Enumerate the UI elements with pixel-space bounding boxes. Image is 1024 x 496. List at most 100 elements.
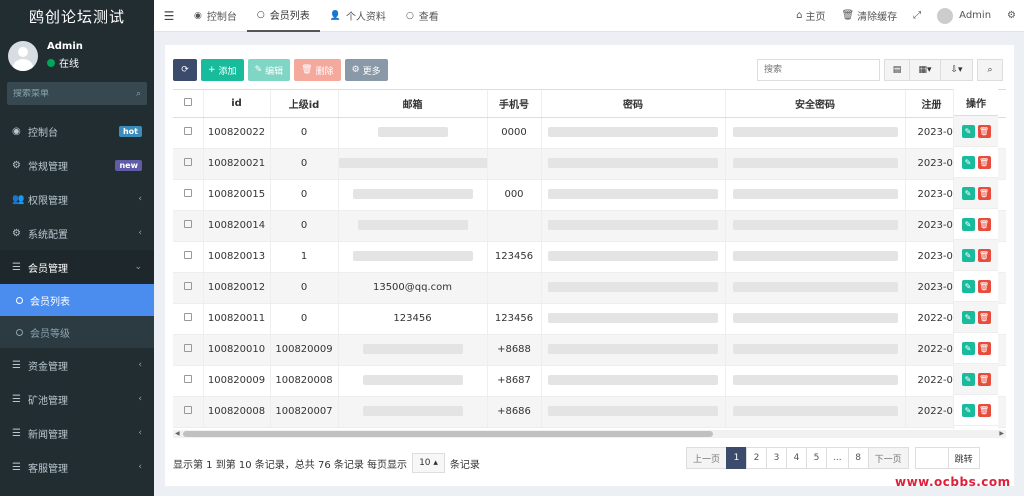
table-search-input[interactable] bbox=[757, 59, 880, 81]
row-checkbox[interactable] bbox=[183, 158, 192, 166]
page-button[interactable]: 4 bbox=[786, 447, 808, 469]
horizontal-scrollbar[interactable]: ◀ ▶ bbox=[173, 430, 1006, 438]
delete-row-button[interactable]: 🗑 bbox=[977, 310, 991, 324]
jump-page-input[interactable] bbox=[914, 447, 949, 469]
row-checkbox-cell[interactable] bbox=[173, 303, 204, 335]
delete-row-button[interactable]: 🗑 bbox=[977, 341, 991, 355]
edit-row-button[interactable]: ✎ bbox=[961, 155, 975, 169]
sidebar-item[interactable]: ◉ 控制台 hot bbox=[0, 114, 154, 148]
sidebar-subitem[interactable]: 会员列表 bbox=[0, 284, 154, 316]
edit-row-button[interactable]: ✎ bbox=[961, 124, 975, 138]
header-password[interactable]: 密码 bbox=[541, 90, 726, 118]
edit-row-button[interactable]: ✎ bbox=[961, 217, 975, 231]
next-page-button[interactable]: 下一页 bbox=[867, 447, 909, 469]
home-link[interactable]: ⌂ 主页 bbox=[788, 8, 833, 23]
table-row[interactable]: 100820008 100820007 +8686 2022-06- bbox=[173, 396, 1006, 428]
nav-tab[interactable]: 👤 个人资料 bbox=[320, 0, 396, 32]
delete-button[interactable]: 🗑 删除 bbox=[294, 59, 341, 81]
delete-row-button[interactable]: 🗑 bbox=[977, 372, 991, 386]
row-checkbox[interactable] bbox=[183, 344, 192, 352]
page-button[interactable]: ... bbox=[826, 447, 849, 469]
select-all-cell[interactable] bbox=[173, 90, 204, 118]
table-row[interactable]: 100820009 100820008 +8687 2022-06- bbox=[173, 365, 1006, 397]
row-checkbox[interactable] bbox=[183, 251, 192, 259]
scrollbar-thumb[interactable] bbox=[183, 431, 713, 437]
clear-cache-button[interactable]: 🗑 清除缓存 bbox=[833, 8, 905, 23]
brand-title[interactable]: 鸥创论坛测试 bbox=[0, 0, 154, 33]
select-all-checkbox[interactable] bbox=[183, 97, 192, 106]
edit-row-button[interactable]: ✎ bbox=[961, 279, 975, 293]
row-checkbox[interactable] bbox=[183, 189, 192, 197]
delete-row-button[interactable]: 🗑 bbox=[977, 217, 991, 231]
row-checkbox[interactable] bbox=[183, 406, 192, 414]
row-checkbox-cell[interactable] bbox=[173, 117, 204, 149]
page-button[interactable]: 3 bbox=[766, 447, 788, 469]
row-checkbox[interactable] bbox=[183, 127, 192, 135]
header-parent-id[interactable]: 上级id bbox=[270, 90, 339, 118]
nav-tab[interactable]: ◉ 控制台 bbox=[184, 0, 247, 32]
refresh-button[interactable]: ⟳ bbox=[173, 59, 197, 81]
edit-row-button[interactable]: ✎ bbox=[961, 341, 975, 355]
columns-icon[interactable]: ▦▾ bbox=[909, 59, 941, 81]
nav-tab[interactable]: ○ 查看 bbox=[396, 0, 449, 32]
row-checkbox-cell[interactable] bbox=[173, 241, 204, 273]
sidebar-item[interactable]: ⚙ 常规管理 new bbox=[0, 148, 154, 182]
delete-row-button[interactable]: 🗑 bbox=[977, 155, 991, 169]
search-icon[interactable]: ⌕ bbox=[136, 89, 141, 99]
table-row[interactable]: 100820012 0 13500@qq.com 2023-05- bbox=[173, 272, 1006, 304]
row-checkbox[interactable] bbox=[183, 220, 192, 228]
table-row[interactable]: 100820013 1 123456 2023-05- bbox=[173, 241, 1006, 273]
sidebar-item[interactable]: ☰ 矿池管理 ‹ bbox=[0, 382, 154, 416]
delete-row-button[interactable]: 🗑 bbox=[977, 403, 991, 417]
add-button[interactable]: + 添加 bbox=[201, 59, 244, 81]
row-checkbox-cell[interactable] bbox=[173, 210, 204, 242]
edit-row-button[interactable]: ✎ bbox=[961, 310, 975, 324]
export-icon[interactable]: ⇩▾ bbox=[940, 59, 973, 81]
fullscreen-icon[interactable]: ⤢ bbox=[905, 10, 929, 21]
prev-page-button[interactable]: 上一页 bbox=[686, 447, 728, 469]
header-security-password[interactable]: 安全密码 bbox=[725, 90, 906, 118]
page-size-select[interactable]: 10 ▴ bbox=[412, 453, 445, 473]
delete-row-button[interactable]: 🗑 bbox=[977, 248, 991, 262]
table-row[interactable]: 100820022 0 0000 2023-05- bbox=[173, 117, 1006, 149]
delete-row-button[interactable]: 🗑 bbox=[977, 279, 991, 293]
nav-tab[interactable]: ○ 会员列表 bbox=[246, 0, 320, 32]
settings-icon[interactable]: ⚙ bbox=[999, 10, 1024, 21]
row-checkbox[interactable] bbox=[183, 313, 192, 321]
toggle-view-icon[interactable]: ▤ bbox=[884, 59, 910, 81]
row-checkbox-cell[interactable] bbox=[173, 365, 204, 397]
sidebar-item[interactable]: 👥 权限管理 ‹ bbox=[0, 182, 154, 216]
row-checkbox-cell[interactable] bbox=[173, 396, 204, 428]
search-icon[interactable]: ⌕ bbox=[977, 59, 1003, 81]
edit-row-button[interactable]: ✎ bbox=[961, 186, 975, 200]
sidebar-item[interactable]: ☰ 新闻管理 ‹ bbox=[0, 416, 154, 450]
menu-search-input[interactable] bbox=[13, 88, 123, 99]
edit-row-button[interactable]: ✎ bbox=[961, 403, 975, 417]
table-row[interactable]: 100820010 100820009 +8688 2022-06- bbox=[173, 334, 1006, 366]
admin-menu[interactable]: Admin bbox=[929, 7, 999, 24]
scroll-left-icon[interactable]: ◀ bbox=[175, 430, 180, 437]
delete-row-button[interactable]: 🗑 bbox=[977, 124, 991, 138]
table-row[interactable]: 100820015 0 000 2023-05- bbox=[173, 179, 1006, 211]
jump-button[interactable]: 跳转 bbox=[948, 447, 980, 469]
page-button[interactable]: 2 bbox=[746, 447, 768, 469]
menu-toggle-icon[interactable]: ☰ bbox=[154, 9, 184, 23]
edit-row-button[interactable]: ✎ bbox=[961, 248, 975, 262]
row-checkbox[interactable] bbox=[183, 282, 192, 290]
sidebar-item[interactable]: ☰ 客服管理 ‹ bbox=[0, 450, 154, 484]
header-phone[interactable]: 手机号 bbox=[487, 90, 542, 118]
header-email[interactable]: 邮箱 bbox=[338, 90, 488, 118]
row-checkbox[interactable] bbox=[183, 375, 192, 383]
page-button[interactable]: 1 bbox=[726, 447, 748, 469]
row-checkbox-cell[interactable] bbox=[173, 179, 204, 211]
header-id[interactable]: id bbox=[203, 90, 271, 118]
page-button[interactable]: 5 bbox=[806, 447, 828, 469]
row-checkbox-cell[interactable] bbox=[173, 272, 204, 304]
table-row[interactable]: 100820014 0 2023-05- bbox=[173, 210, 1006, 242]
more-button[interactable]: ⚙ 更多 bbox=[344, 59, 388, 81]
sidebar-item[interactable]: ⚙ 系统配置 ‹ bbox=[0, 216, 154, 250]
sidebar-item[interactable]: ☰ 资金管理 ‹ bbox=[0, 348, 154, 382]
sidebar-item[interactable]: ☰ 会员管理 ⌄ bbox=[0, 250, 154, 284]
page-button[interactable]: 8 bbox=[847, 447, 869, 469]
edit-button[interactable]: ✎ 编辑 bbox=[247, 59, 291, 81]
